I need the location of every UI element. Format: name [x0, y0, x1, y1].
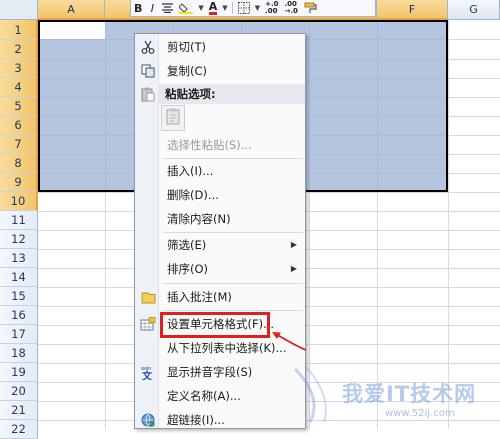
row-header-20[interactable]: 20 [0, 382, 38, 401]
row-header-22[interactable]: 22 [0, 420, 38, 439]
submenu-arrow-icon: ▶ [290, 264, 297, 273]
menu-item-hyperlink[interactable]: 超链接(I)... [137, 409, 303, 431]
menu-separator [163, 310, 303, 311]
row-header-8[interactable]: 8 [0, 154, 38, 173]
active-cell-a1[interactable] [40, 22, 105, 39]
menu-separator [163, 158, 303, 159]
menu-item-label: 选择性粘贴(S)... [167, 138, 252, 152]
row-header-12[interactable]: 12 [0, 230, 38, 249]
menu-item-label: 粘贴选项: [165, 87, 216, 101]
menu-item-label: 复制(C) [167, 64, 208, 78]
row-header-16[interactable]: 16 [0, 306, 38, 325]
center-align-icon[interactable] [159, 1, 176, 16]
menu-item-filter[interactable]: 筛选(E) ▶ [137, 234, 303, 256]
italic-button[interactable]: I [145, 1, 159, 16]
row-header-4[interactable]: 4 [0, 78, 38, 97]
menu-separator [163, 283, 303, 284]
format-cells-icon [139, 316, 157, 332]
row-header-14[interactable]: 14 [0, 268, 38, 287]
copy-icon [139, 63, 157, 79]
phonetic-icon: wén 文 [139, 364, 157, 380]
row-header-1[interactable]: 1 [0, 20, 38, 40]
menu-separator [163, 232, 303, 233]
row-header-3[interactable]: 3 [0, 59, 38, 78]
menu-item-paste-special: 选择性粘贴(S)... [137, 134, 303, 156]
menu-item-sort[interactable]: 排序(O) ▶ [137, 258, 303, 280]
row-header-17[interactable]: 17 [0, 325, 38, 344]
select-all-corner[interactable] [0, 0, 38, 20]
menu-item-label: 筛选(E) [167, 238, 207, 252]
menu-item-copy[interactable]: 复制(C) [137, 60, 303, 82]
row-header-13[interactable]: 13 [0, 249, 38, 268]
context-menu: 剪切(T) 复制(C) 粘贴选项: 选择性粘贴(S)... 插入(I)... 删… [134, 33, 306, 429]
comment-icon [139, 289, 157, 305]
decrease-decimal-button[interactable]: .00 →.0 [281, 1, 300, 16]
menu-item-label: 清除内容(N) [167, 212, 231, 226]
menu-item-show-phonetic[interactable]: wén 文 显示拼音字段(S) [137, 361, 303, 383]
paste-button[interactable] [161, 105, 185, 131]
row-header-19[interactable]: 19 [0, 363, 38, 382]
column-header-g[interactable]: G [448, 0, 500, 20]
menu-item-label: 超链接(I)... [167, 413, 225, 427]
row-header-18[interactable]: 18 [0, 344, 38, 363]
submenu-arrow-icon: ▶ [290, 240, 297, 249]
menu-item-label: 定义名称(A)... [167, 389, 241, 403]
menu-item-label: 显示拼音字段(S) [167, 365, 253, 379]
bold-button[interactable]: B [131, 1, 145, 16]
row-header-5[interactable]: 5 [0, 97, 38, 116]
column-header-a[interactable]: A [38, 0, 105, 20]
menu-item-cut[interactable]: 剪切(T) [137, 36, 303, 58]
svg-text:文: 文 [142, 370, 153, 381]
menu-item-define-name[interactable]: 定义名称(A)... [137, 385, 303, 407]
mini-toolbar: B I ▼ A ▼ ▼ +.0 .00 .00 →.0 [130, 0, 376, 17]
annotation-arrow-icon [272, 332, 307, 351]
hyperlink-icon [139, 412, 157, 428]
menu-item-insert-comment[interactable]: 插入批注(M) [137, 286, 303, 308]
menu-item-label: 插入批注(M) [167, 290, 232, 304]
menu-item-clear-contents[interactable]: 清除内容(N) [137, 208, 303, 230]
fill-color-icon[interactable] [176, 1, 196, 16]
paste-clipboard-icon [166, 108, 180, 128]
row-header-6[interactable]: 6 [0, 116, 38, 135]
row-header-9[interactable]: 9 [0, 173, 38, 192]
highlight-annotation-box [160, 312, 270, 338]
format-painter-icon[interactable] [301, 1, 320, 16]
font-color-button[interactable]: A [206, 1, 221, 16]
row-header-2[interactable]: 2 [0, 40, 38, 59]
row-header-10[interactable]: 10 [0, 192, 38, 211]
menu-item-label: 插入(I)... [167, 164, 214, 178]
paste-options-header: 粘贴选项: [159, 84, 305, 104]
menu-item-insert[interactable]: 插入(I)... [137, 160, 303, 182]
row-header-15[interactable]: 15 [0, 287, 38, 306]
menu-item-delete[interactable]: 删除(D)... [137, 184, 303, 206]
row-header-7[interactable]: 7 [0, 135, 38, 154]
borders-icon[interactable] [235, 1, 253, 16]
increase-decimal-button[interactable]: +.0 .00 [262, 1, 281, 16]
menu-item-label: 剪切(T) [167, 40, 206, 54]
row-header-21[interactable]: 21 [0, 401, 38, 420]
paste-icon [139, 86, 157, 102]
menu-item-label: 排序(O) [167, 262, 209, 276]
column-header-f[interactable]: F [377, 0, 448, 20]
menu-item-label: 删除(D)... [167, 188, 219, 202]
scissors-icon [139, 39, 157, 55]
row-header-11[interactable]: 11 [0, 211, 38, 230]
